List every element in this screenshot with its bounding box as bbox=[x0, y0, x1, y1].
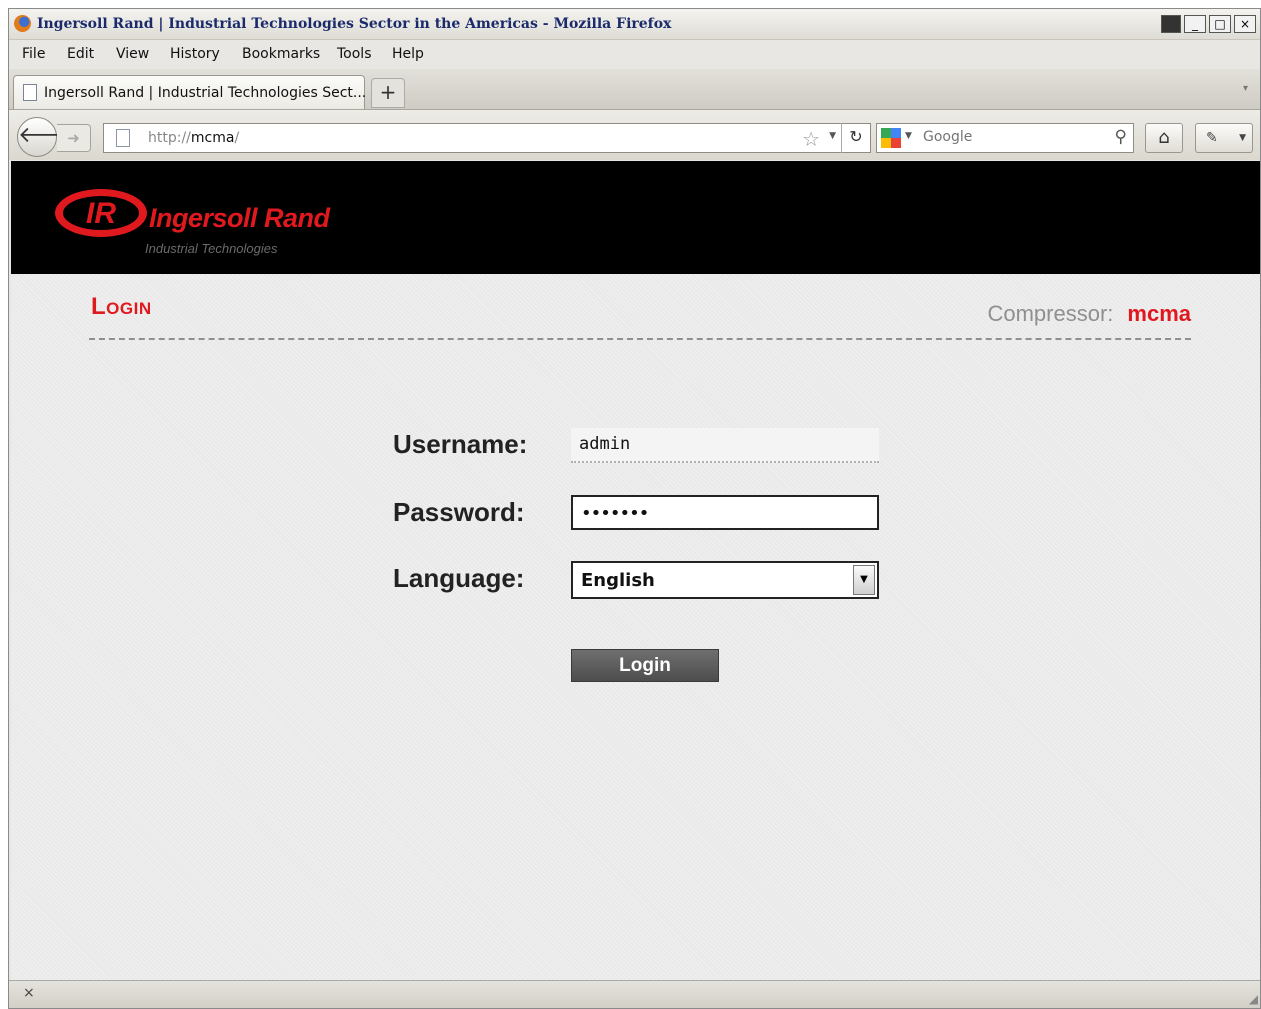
logo-letters: IR bbox=[86, 197, 116, 230]
navigation-toolbar: 🡐 ➜ http://mcma/ ☆ ▼ ↻ ▼ ⚲ ⌂ ✎▼ bbox=[9, 110, 1260, 160]
menu-bar: File Edit View History Bookmarks Tools H… bbox=[9, 40, 1260, 68]
addons-icon: ✎ bbox=[1206, 130, 1218, 146]
url-host: mcma bbox=[190, 130, 235, 146]
magnifier-icon[interactable]: ⚲ bbox=[1115, 127, 1127, 147]
resize-grip-icon[interactable]: ◢ bbox=[1249, 992, 1258, 1006]
username-label: Username: bbox=[393, 429, 528, 459]
status-bar: × ◢ bbox=[9, 980, 1260, 1008]
menu-view[interactable]: View bbox=[116, 46, 149, 62]
brand-subtitle: Industrial Technologies bbox=[145, 241, 278, 256]
compressor-label: Compressor: bbox=[987, 301, 1114, 326]
menu-file[interactable]: File bbox=[22, 46, 45, 62]
home-icon: ⌂ bbox=[1158, 127, 1170, 148]
window-controls: _ □ × bbox=[1161, 15, 1256, 33]
title-divider bbox=[89, 338, 1191, 340]
star-icon[interactable]: ☆ bbox=[802, 127, 820, 151]
back-button[interactable]: 🡐 bbox=[17, 117, 77, 157]
window-title: Ingersoll Rand | Industrial Technologies… bbox=[37, 16, 672, 32]
url-scheme: http:// bbox=[148, 130, 191, 146]
menu-bookmarks[interactable]: Bookmarks bbox=[242, 46, 320, 62]
menu-help[interactable]: Help bbox=[392, 46, 424, 62]
close-addon-bar-icon[interactable]: × bbox=[23, 985, 35, 1001]
url-bar[interactable]: http://mcma/ ☆ ▼ ↻ bbox=[103, 123, 871, 153]
url-text[interactable]: http://mcma/ bbox=[148, 130, 239, 146]
username-field[interactable]: admin bbox=[571, 428, 879, 463]
search-input[interactable] bbox=[921, 128, 1095, 146]
page-content: IR Ingersoll Rand Industrial Technologie… bbox=[11, 161, 1260, 983]
language-selected-value: English bbox=[581, 570, 655, 591]
minimize-button[interactable]: _ bbox=[1184, 15, 1206, 33]
menu-tools[interactable]: Tools bbox=[337, 46, 372, 62]
tab-ingersoll-rand[interactable]: Ingersoll Rand | Industrial Technologies… bbox=[13, 75, 367, 109]
firefox-icon bbox=[14, 15, 31, 32]
ir-logo: IR bbox=[55, 189, 147, 237]
password-field[interactable]: ••••••• bbox=[571, 495, 879, 530]
new-tab-button[interactable]: + bbox=[371, 78, 405, 108]
reload-icon[interactable]: ↻ bbox=[841, 123, 870, 153]
page-icon bbox=[23, 84, 37, 101]
password-label: Password: bbox=[393, 497, 525, 527]
tab-list-icon[interactable]: ▾ bbox=[1243, 83, 1248, 94]
addons-dropdown-icon: ▼ bbox=[1239, 133, 1246, 143]
browser-window: Ingersoll Rand | Industrial Technologies… bbox=[8, 8, 1261, 1009]
compressor-info: Compressor: mcma bbox=[987, 301, 1191, 327]
tab-bar: Ingersoll Rand | Industrial Technologies… bbox=[9, 69, 1260, 110]
url-path: / bbox=[234, 130, 240, 146]
brand-name: Ingersoll Rand bbox=[149, 203, 330, 233]
forward-button[interactable]: ➜ bbox=[57, 124, 91, 152]
addons-button[interactable]: ✎ ▼ bbox=[1195, 123, 1253, 153]
search-engine-dropdown-icon[interactable]: ▼ bbox=[905, 131, 912, 141]
maximize-button[interactable]: □ bbox=[1209, 15, 1231, 33]
page-title: Login bbox=[91, 293, 152, 320]
tab-label: Ingersoll Rand | Industrial Technologies… bbox=[44, 85, 367, 101]
forward-arrow-icon: ➜ bbox=[67, 129, 80, 147]
page-icon bbox=[116, 129, 130, 147]
url-dropdown-icon[interactable]: ▼ bbox=[829, 131, 836, 141]
menu-history[interactable]: History bbox=[170, 46, 220, 62]
search-bar: ▼ ⚲ bbox=[876, 123, 1134, 153]
title-bar: Ingersoll Rand | Industrial Technologies… bbox=[9, 9, 1260, 40]
compressor-value: mcma bbox=[1127, 301, 1191, 326]
menu-edit[interactable]: Edit bbox=[67, 46, 94, 62]
language-label: Language: bbox=[393, 563, 525, 593]
tray-icon bbox=[1161, 15, 1181, 33]
language-select[interactable]: English ▼ bbox=[571, 561, 879, 599]
chevron-down-icon[interactable]: ▼ bbox=[853, 565, 875, 595]
home-button[interactable]: ⌂ bbox=[1145, 123, 1183, 153]
login-button[interactable]: Login bbox=[571, 649, 719, 682]
site-header: IR Ingersoll Rand Industrial Technologie… bbox=[11, 161, 1260, 274]
close-button[interactable]: × bbox=[1234, 15, 1256, 33]
google-icon[interactable] bbox=[881, 128, 901, 148]
